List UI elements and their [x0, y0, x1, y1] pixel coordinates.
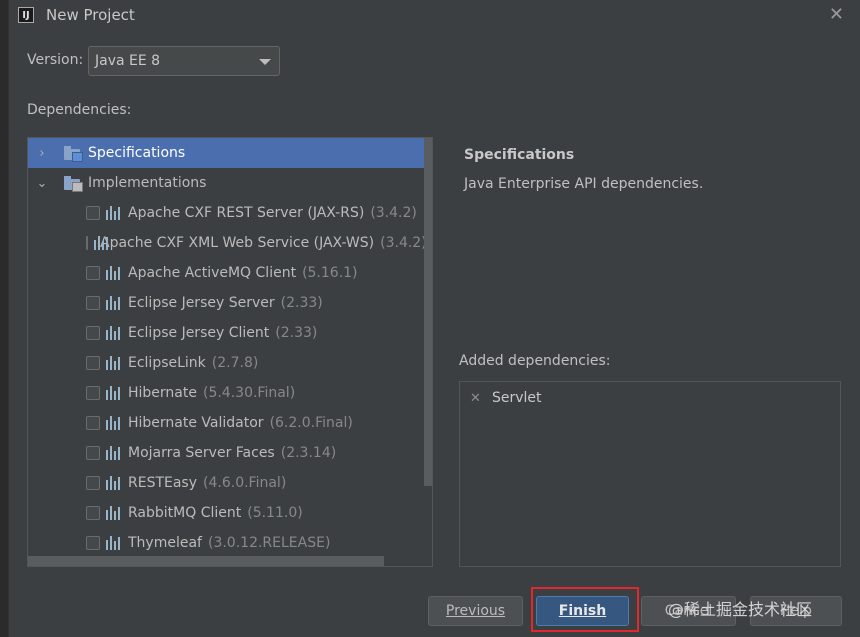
dependency-checkbox[interactable] [86, 296, 100, 310]
library-icon [106, 296, 122, 310]
dependency-name: Hibernate Validator [128, 415, 264, 431]
finish-button-label: Finish [558, 603, 607, 619]
version-selected-value: Java EE 8 [95, 53, 161, 69]
dependency-checkbox[interactable] [86, 506, 100, 520]
dependency-version: (6.2.0.Final) [269, 415, 353, 431]
version-dropdown[interactable]: Java EE 8 [88, 46, 280, 76]
chevron-down-icon [259, 59, 271, 65]
dependency-item[interactable]: RESTEasy (4.6.0.Final) [28, 468, 424, 498]
dependency-item[interactable]: Hibernate Validator (6.2.0.Final) [28, 408, 424, 438]
dependency-checkbox[interactable] [86, 326, 100, 340]
dependency-name: EclipseLink [128, 355, 206, 371]
dependency-name: RabbitMQ Client [128, 505, 242, 521]
dependency-version: (3.4.2) [370, 205, 417, 221]
dependency-checkbox[interactable] [86, 446, 100, 460]
dependency-version: (5.16.1) [302, 265, 358, 281]
dependency-name: Eclipse Jersey Server [128, 295, 275, 311]
added-dependency-name: Servlet [492, 390, 542, 406]
dependency-item[interactable]: Mojarra Server Faces (2.3.14) [28, 438, 424, 468]
dependency-name: Eclipse Jersey Client [128, 325, 270, 341]
dependency-version: (2.33) [280, 295, 323, 311]
dependency-version: (2.3.14) [280, 445, 337, 461]
intellij-app-icon: IJ [18, 7, 34, 23]
dependency-checkbox[interactable] [86, 416, 100, 430]
tree-group-label: Implementations [88, 175, 207, 191]
library-icon [106, 386, 122, 400]
previous-button[interactable]: Previous [428, 596, 523, 626]
library-icon [106, 506, 122, 520]
folder-icon [64, 176, 83, 192]
title-bar: IJ New Project [8, 0, 860, 30]
dependency-name: Mojarra Server Faces [128, 445, 275, 461]
previous-button-label: Previous [445, 603, 506, 619]
dependency-item[interactable]: Apache ActiveMQ Client (5.16.1) [28, 258, 424, 288]
dependency-checkbox[interactable] [86, 206, 100, 220]
finish-button[interactable]: Finish [536, 596, 629, 626]
tree-vertical-scrollbar[interactable] [424, 138, 432, 486]
chevron-down-icon[interactable]: ⌄ [36, 176, 48, 191]
dependency-version: (3.4.2) [380, 235, 427, 251]
dependency-checkbox[interactable] [86, 266, 100, 280]
dependency-version: (2.7.8) [211, 355, 259, 371]
dependency-name: Apache CXF XML Web Service (JAX-WS) [100, 235, 375, 251]
dependency-item[interactable]: Thymeleaf (3.0.12.RELEASE) [28, 528, 424, 558]
dependency-checkbox[interactable] [86, 236, 88, 250]
library-icon [106, 266, 122, 280]
dependency-checkbox[interactable] [86, 536, 100, 550]
detail-description: Java Enterprise API dependencies. [464, 176, 704, 192]
close-icon[interactable]: ✕ [829, 4, 844, 25]
dependency-item[interactable]: Apache CXF XML Web Service (JAX-WS) (3.4.… [28, 228, 427, 258]
detail-title: Specifications [464, 147, 575, 163]
dependencies-label: Dependencies: [27, 102, 132, 118]
dependency-item[interactable]: Apache CXF REST Server (JAX-RS) (3.4.2) [28, 198, 424, 228]
library-icon [106, 476, 122, 490]
version-label: Version: [27, 52, 84, 68]
dependency-name: Apache ActiveMQ Client [128, 265, 297, 281]
tree-group-specifications[interactable]: › Specifications [28, 138, 424, 168]
dependency-checkbox[interactable] [86, 356, 100, 370]
added-dependencies-list: ✕ Servlet [459, 381, 841, 567]
dependency-item[interactable]: RabbitMQ Client (5.11.0) [28, 498, 424, 528]
dependency-version: (3.0.12.RELEASE) [207, 535, 331, 551]
window-title: New Project [46, 6, 135, 24]
library-icon [106, 326, 122, 340]
dependency-name: Thymeleaf [128, 535, 202, 551]
dependency-version: (4.6.0.Final) [203, 475, 287, 491]
dependency-item[interactable]: EclipseLink (2.7.8) [28, 348, 424, 378]
watermark-text: @稀土掘金技术社区 [668, 600, 813, 619]
library-icon [106, 416, 122, 430]
dependency-checkbox[interactable] [86, 386, 100, 400]
dependency-item[interactable]: Hibernate (5.4.30.Final) [28, 378, 424, 408]
folder-icon [64, 146, 83, 162]
tree-group-label: Specifications [88, 145, 186, 161]
library-icon [106, 206, 122, 220]
dependency-version: (5.4.30.Final) [202, 385, 296, 401]
dependency-item[interactable]: Eclipse Jersey Server (2.33) [28, 288, 424, 318]
dependency-version: (5.11.0) [247, 505, 303, 521]
remove-icon[interactable]: ✕ [470, 391, 482, 406]
chevron-right-icon[interactable]: › [36, 146, 48, 161]
dependency-checkbox[interactable] [86, 476, 100, 490]
library-icon [106, 356, 122, 370]
dependency-item[interactable]: Eclipse Jersey Client (2.33) [28, 318, 424, 348]
background-window-edge [0, 0, 9, 637]
dependency-name: RESTEasy [128, 475, 198, 491]
dependencies-tree[interactable]: › Specifications ⌄ Implementations Apach… [27, 137, 433, 567]
dependency-name: Apache CXF REST Server (JAX-RS) [128, 205, 365, 221]
library-icon [106, 446, 122, 460]
library-icon [106, 536, 122, 550]
tree-group-implementations[interactable]: ⌄ Implementations [28, 168, 424, 198]
added-dependencies-label: Added dependencies: [459, 353, 611, 369]
dependency-name: Hibernate [128, 385, 197, 401]
tree-horizontal-scrollbar[interactable] [28, 556, 384, 566]
dependency-version: (2.33) [275, 325, 318, 341]
added-dependency-item: ✕ Servlet [470, 390, 542, 406]
